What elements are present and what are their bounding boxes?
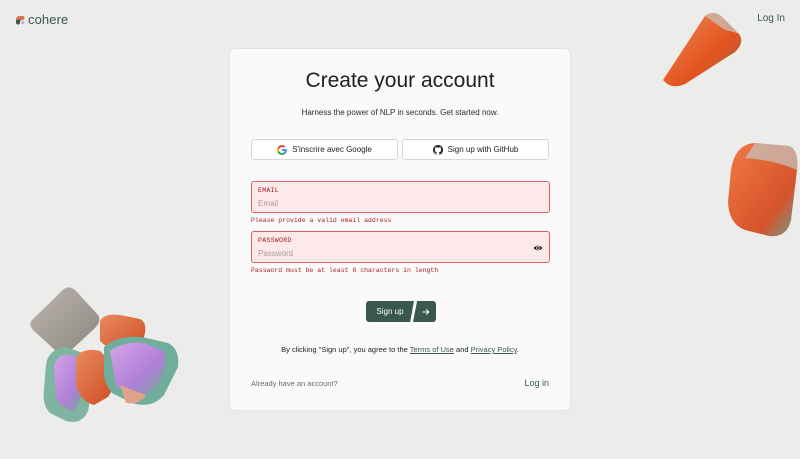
password-error-message: Password must be at least 8 characters i… bbox=[251, 267, 439, 274]
github-icon bbox=[432, 144, 443, 155]
brand-name: cohere bbox=[28, 12, 69, 27]
terms-of-use-link[interactable]: Terms of Use bbox=[410, 345, 454, 354]
google-signup-label: S'inscrire avec Google bbox=[292, 145, 372, 154]
signup-button[interactable]: Sign up bbox=[366, 301, 414, 322]
signup-card: Create your account Harness the power of… bbox=[229, 48, 571, 411]
email-label: EMAIL bbox=[258, 187, 280, 194]
cohere-logo-icon bbox=[16, 15, 25, 24]
decorative-shape-top-right bbox=[663, 13, 742, 87]
email-field[interactable]: EMAIL bbox=[251, 181, 550, 213]
terms-and: and bbox=[456, 345, 469, 354]
page-subtitle: Harness the power of NLP in seconds. Get… bbox=[301, 108, 499, 117]
brand-logo[interactable]: cohere bbox=[15, 12, 68, 27]
github-signup-label: Sign up with GitHub bbox=[447, 145, 519, 154]
decorative-shape-right bbox=[728, 143, 798, 237]
page-title: Create your account bbox=[305, 69, 495, 92]
google-icon bbox=[277, 144, 287, 155]
terms-suffix: . bbox=[516, 345, 519, 354]
terms-notice: By clicking "Sign up", you agree to the … bbox=[230, 345, 570, 354]
header-login-link[interactable]: Log In bbox=[757, 13, 785, 24]
email-input[interactable] bbox=[258, 197, 528, 209]
privacy-policy-link[interactable]: Privacy Policy bbox=[471, 345, 517, 354]
arrow-right-icon bbox=[422, 308, 430, 315]
password-field[interactable]: PASSWORD bbox=[251, 231, 550, 263]
terms-prefix: By clicking "Sign up", you agree to the bbox=[281, 345, 408, 354]
signup-arrow-button[interactable] bbox=[413, 301, 436, 322]
password-input[interactable] bbox=[258, 247, 528, 259]
eye-icon[interactable] bbox=[533, 243, 543, 253]
email-error-message: Please provide a valid email address bbox=[251, 217, 392, 224]
password-label: PASSWORD bbox=[258, 237, 292, 244]
have-account-text: Already have an account? bbox=[251, 379, 338, 388]
decorative-shape-cluster bbox=[30, 287, 179, 422]
footer-login-link[interactable]: Log in bbox=[524, 378, 549, 388]
google-signup-button[interactable]: S'inscrire avec Google bbox=[251, 139, 398, 160]
github-signup-button[interactable]: Sign up with GitHub bbox=[402, 139, 549, 160]
